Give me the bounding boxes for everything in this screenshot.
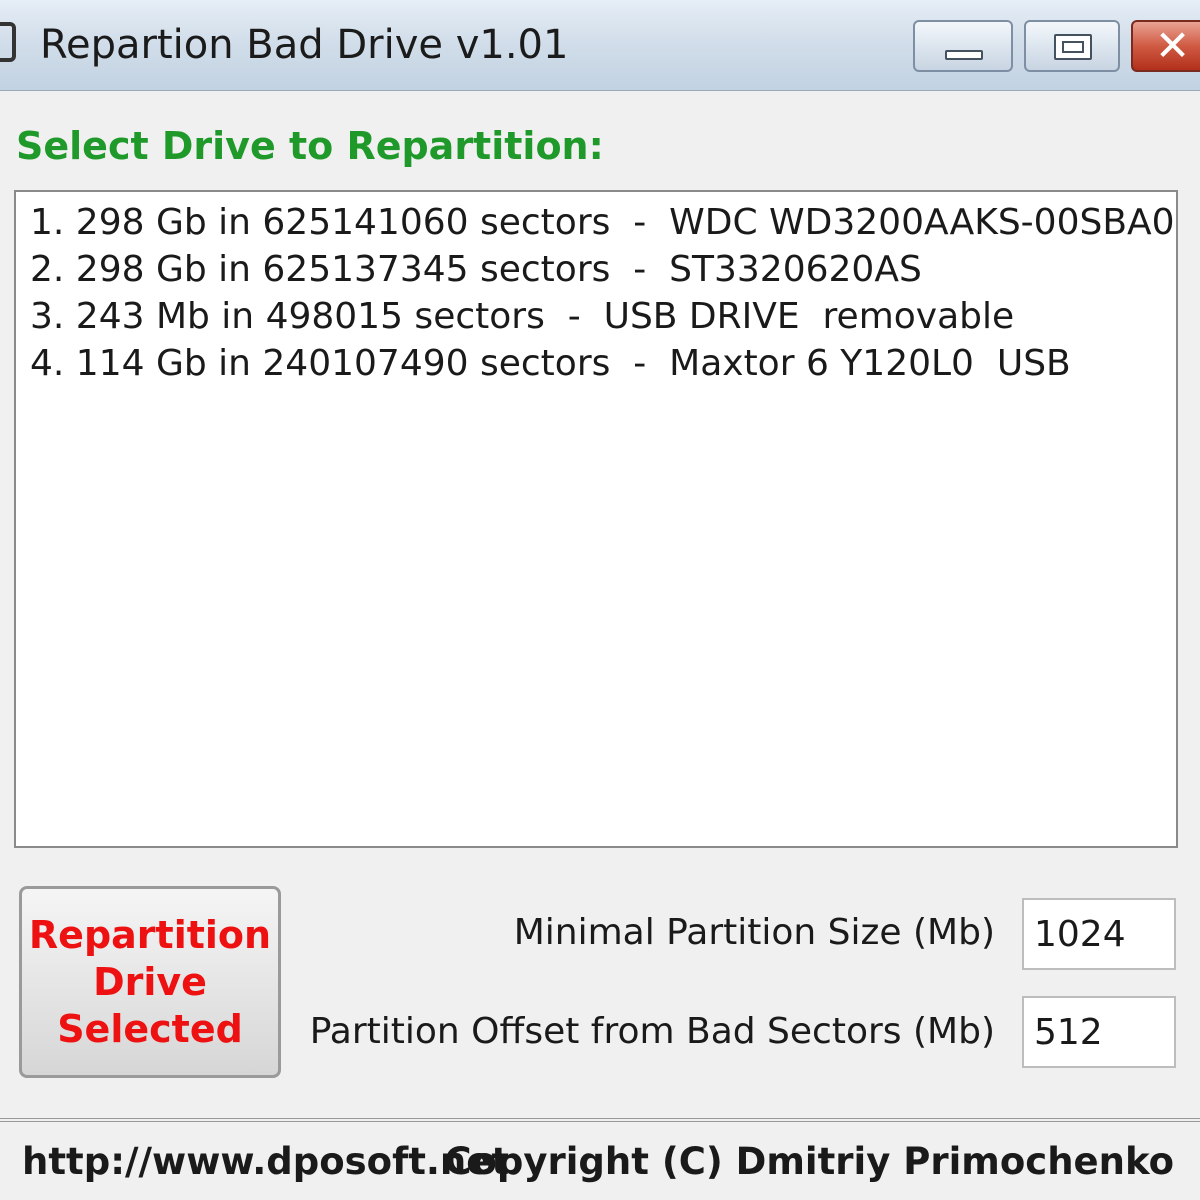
status-bar: http://www.dposoft.net Copyright (C) Dmi… — [0, 1118, 1200, 1200]
min-partition-size-label: Minimal Partition Size (Mb) — [513, 912, 995, 953]
website-link[interactable]: http://www.dposoft.net — [22, 1140, 509, 1183]
list-item[interactable]: 3. 243 Mb in 498015 sectors - USB DRIVE … — [30, 296, 1014, 337]
drive-select-heading: Select Drive to Repartition: — [16, 124, 604, 168]
title-bar[interactable]: Repartion Bad Drive v1.01 ✕ — [0, 0, 1200, 91]
list-item[interactable]: 2. 298 Gb in 625137345 sectors - ST33206… — [30, 249, 922, 290]
close-icon: ✕ — [1155, 21, 1191, 70]
close-button[interactable]: ✕ — [1131, 20, 1200, 72]
list-item[interactable]: 4. 114 Gb in 240107490 sectors - Maxtor … — [30, 343, 1071, 384]
app-drive-icon — [0, 22, 16, 62]
window-title: Repartion Bad Drive v1.01 — [40, 22, 569, 68]
copyright-text: Copyright (C) Dmitriy Primochenko — [444, 1140, 1174, 1183]
maximize-icon — [1054, 34, 1092, 60]
maximize-button[interactable] — [1024, 20, 1120, 72]
partition-offset-field[interactable] — [1022, 996, 1176, 1068]
minimize-icon — [945, 50, 983, 60]
repartition-drive-button[interactable]: Repartition Drive Selected — [19, 886, 281, 1078]
drive-listbox[interactable]: 1. 298 Gb in 625141060 sectors - WDC WD3… — [14, 190, 1178, 848]
repartition-button-label: Repartition Drive Selected — [28, 912, 272, 1051]
list-item[interactable]: 1. 298 Gb in 625141060 sectors - WDC WD3… — [30, 202, 1175, 243]
partition-offset-label: Partition Offset from Bad Sectors (Mb) — [309, 1011, 995, 1052]
min-partition-size-field[interactable] — [1022, 898, 1176, 970]
minimize-button[interactable] — [913, 20, 1013, 72]
